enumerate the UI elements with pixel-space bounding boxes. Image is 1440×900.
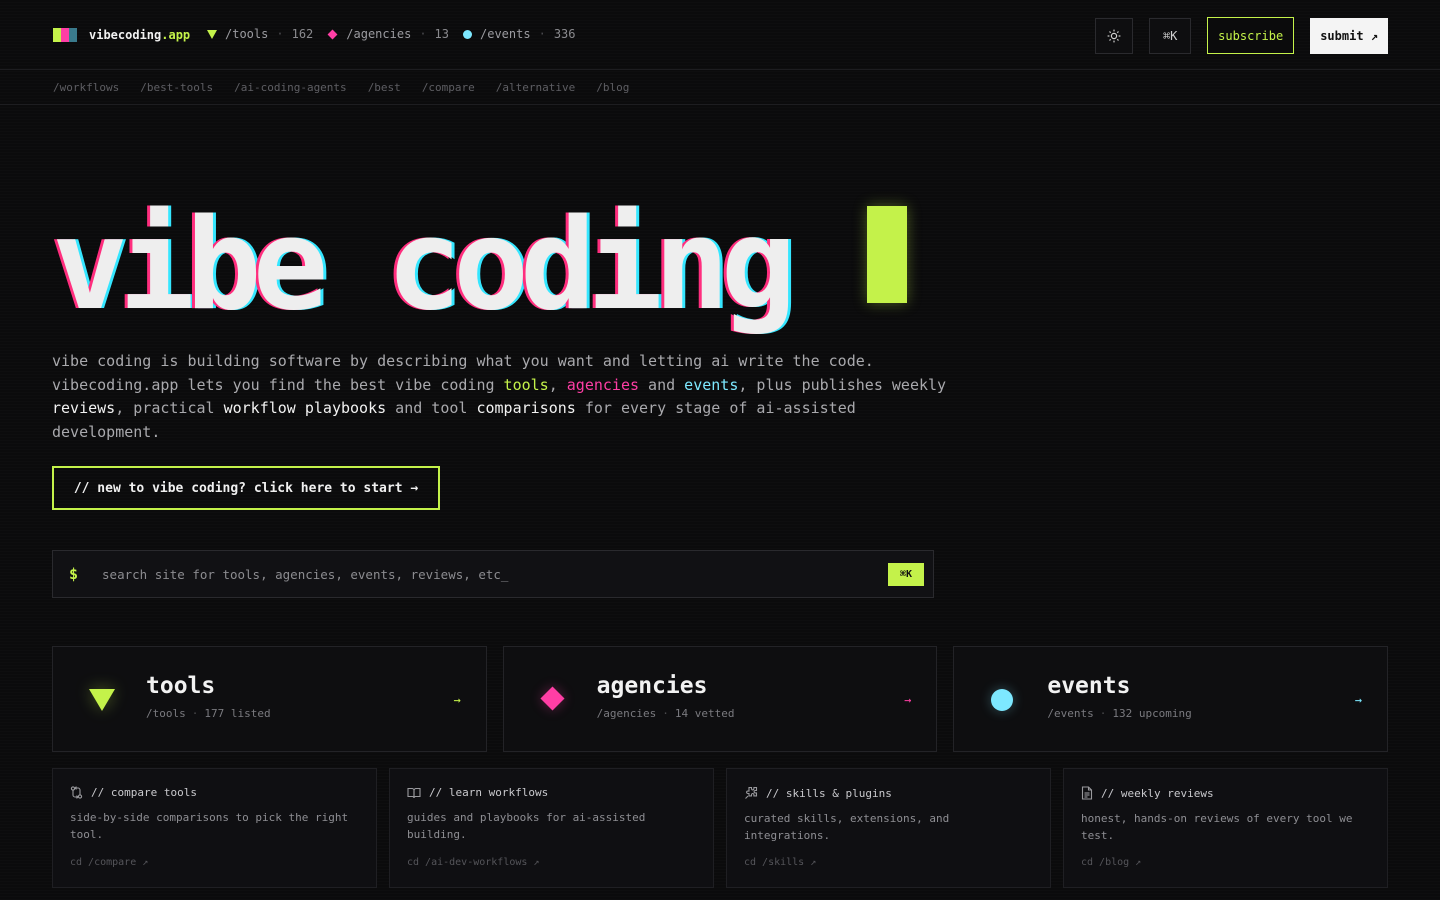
prompt-symbol: $ bbox=[69, 565, 79, 583]
feature-link[interactable]: cd /ai-dev-workflows ↗ bbox=[407, 857, 539, 868]
stat-count: 162 bbox=[291, 27, 314, 41]
blinking-cursor bbox=[867, 206, 907, 303]
nav-link-best[interactable]: /best bbox=[368, 81, 401, 94]
triangle-icon bbox=[89, 689, 115, 711]
site-search: $ ⌘K bbox=[52, 550, 934, 598]
arrow-right-icon: → bbox=[1354, 693, 1363, 707]
brand-link[interactable]: vibecoding.app bbox=[53, 28, 190, 42]
stat-separator: · bbox=[276, 27, 284, 41]
stat-agencies[interactable]: /agencies · 13 bbox=[327, 27, 449, 41]
feature-link[interactable]: cd /blog ↗ bbox=[1081, 857, 1141, 868]
sun-icon bbox=[1107, 29, 1121, 42]
intro-link-events[interactable]: events bbox=[684, 376, 738, 394]
card-meta: /agencies · 14 vetted bbox=[596, 707, 735, 720]
stat-count: 336 bbox=[553, 27, 576, 41]
feature-header: // weekly reviews bbox=[1081, 786, 1371, 800]
search-shortcut-badge[interactable]: ⌘K bbox=[887, 562, 924, 586]
card-title: events bbox=[1047, 673, 1131, 699]
brand-tld: .app bbox=[161, 28, 191, 42]
directory-card-events[interactable]: events /events · 132 upcoming → bbox=[953, 646, 1389, 752]
feature-title: // weekly reviews bbox=[1101, 786, 1214, 800]
top-bar: vibecoding.app /tools · 162 /agencies · … bbox=[0, 0, 1440, 70]
theme-toggle-button[interactable] bbox=[1095, 17, 1134, 54]
feature-link[interactable]: cd /skills ↗ bbox=[744, 857, 816, 868]
feature-card-workflows[interactable]: // learn workflows guides and playbooks … bbox=[389, 768, 714, 888]
stat-path: /tools bbox=[225, 27, 269, 41]
stat-path: /agencies bbox=[346, 27, 412, 41]
stat-separator: · bbox=[419, 27, 427, 41]
intro-link-workflows[interactable]: workflow playbooks bbox=[224, 399, 387, 417]
feature-title: // skills & plugins bbox=[766, 786, 892, 800]
compare-icon bbox=[70, 786, 83, 799]
dot-icon bbox=[463, 29, 472, 39]
feature-description: curated skills, extensions, and integrat… bbox=[744, 812, 950, 842]
directory-cards: tools /tools · 177 listed → agencies /agen… bbox=[52, 646, 1389, 752]
feature-description: side-by-side comparisons to pick the rig… bbox=[70, 811, 349, 841]
card-meta: /tools · 177 listed bbox=[146, 707, 271, 720]
top-actions: ⌘K subscribe submit ↗ bbox=[1095, 17, 1388, 54]
stat-events[interactable]: /events · 336 bbox=[463, 27, 576, 41]
stat-path: /events bbox=[480, 27, 531, 41]
hero-intro: vibe coding is building software by desc… bbox=[52, 352, 947, 441]
feature-link[interactable]: cd /compare ↗ bbox=[70, 857, 148, 868]
feature-description: guides and playbooks for ai-assisted bui… bbox=[407, 811, 646, 841]
dot-icon bbox=[991, 689, 1014, 711]
nav-link-best-tools[interactable]: /best-tools bbox=[140, 81, 213, 94]
feature-card-reviews[interactable]: // weekly reviews honest, hands-on revie… bbox=[1063, 768, 1388, 888]
directory-card-agencies[interactable]: agencies /agencies · 14 vetted → bbox=[502, 646, 938, 752]
nav-link-ai-coding-agents[interactable]: /ai-coding-agents bbox=[234, 81, 347, 94]
feature-title: // compare tools bbox=[91, 786, 197, 799]
get-started-button[interactable]: // new to vibe coding? click here to sta… bbox=[52, 466, 440, 510]
intro-link-reviews[interactable]: reviews bbox=[52, 399, 115, 417]
stat-tools[interactable]: /tools · 162 bbox=[207, 27, 313, 41]
nav-link-compare[interactable]: /compare bbox=[422, 81, 475, 94]
feature-header: // skills & plugins bbox=[744, 786, 1034, 800]
intro-link-agencies[interactable]: agencies bbox=[567, 376, 639, 394]
diamond-icon bbox=[327, 29, 338, 39]
intro-link-comparisons[interactable]: comparisons bbox=[476, 399, 575, 417]
feature-title: // learn workflows bbox=[429, 786, 549, 799]
stat-count: 13 bbox=[434, 27, 449, 41]
puzzle-icon bbox=[745, 786, 758, 799]
arrow-right-icon: → bbox=[453, 693, 461, 707]
diamond-icon bbox=[540, 686, 565, 711]
book-icon bbox=[407, 787, 421, 798]
document-icon bbox=[1081, 786, 1093, 800]
subscribe-button[interactable]: subscribe bbox=[1207, 17, 1295, 54]
arrow-right-icon: → bbox=[904, 693, 912, 707]
triangle-icon bbox=[207, 29, 217, 39]
feature-card-skills[interactable]: // skills & plugins curated skills, exte… bbox=[726, 768, 1051, 888]
feature-cards: // compare tools side-by-side comparison… bbox=[52, 768, 1388, 888]
directory-stats: /tools · 162 /agencies · 13 /events · 33… bbox=[207, 27, 590, 41]
card-title: agencies bbox=[596, 673, 708, 699]
directory-card-tools[interactable]: tools /tools · 177 listed → bbox=[52, 646, 487, 752]
nav-link-workflows[interactable]: /workflows bbox=[53, 81, 119, 94]
intro-link-tools[interactable]: tools bbox=[504, 376, 549, 394]
card-meta: /events · 132 upcoming bbox=[1047, 707, 1192, 720]
hero-title: vibe coding bbox=[52, 191, 796, 338]
card-title: tools bbox=[146, 673, 216, 699]
command-palette-button[interactable]: ⌘K bbox=[1149, 17, 1192, 54]
search-input[interactable] bbox=[100, 565, 888, 583]
logo-icon bbox=[53, 28, 77, 42]
feature-header: // learn workflows bbox=[407, 786, 697, 799]
nav-link-blog[interactable]: /blog bbox=[596, 81, 629, 94]
feature-card-compare[interactable]: // compare tools side-by-side comparison… bbox=[52, 768, 377, 888]
section-nav: /workflows /best-tools /ai-coding-agents… bbox=[0, 70, 1440, 105]
nav-link-alternative[interactable]: /alternative bbox=[496, 81, 575, 94]
stat-separator: · bbox=[538, 27, 546, 41]
feature-description: honest, hands-on reviews of every tool w… bbox=[1081, 812, 1353, 842]
brand-name: vibecoding.app bbox=[89, 28, 191, 42]
feature-header: // compare tools bbox=[70, 786, 360, 799]
submit-button[interactable]: submit ↗ bbox=[1310, 17, 1388, 54]
